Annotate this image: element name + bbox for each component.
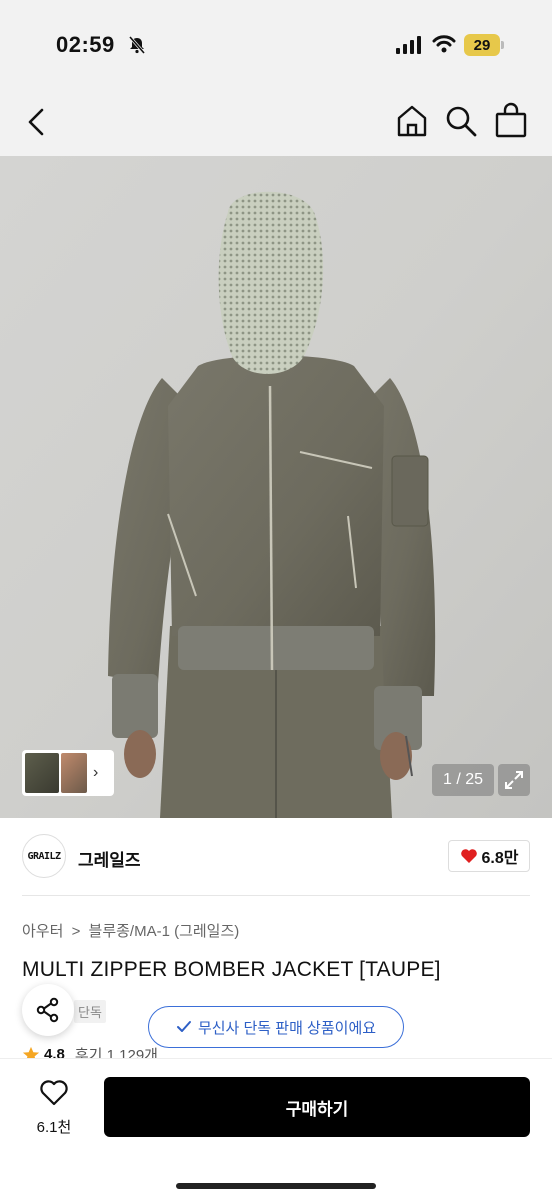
exclusive-notice: 무신사 단독 판매 상품이에요 <box>148 1006 404 1048</box>
heart-icon <box>40 1080 68 1106</box>
purchase-bar: 6.1천 구매하기 <box>0 1058 552 1200</box>
status-bar: 02:59 29 <box>0 0 552 92</box>
image-counter: 1 / 25 <box>432 764 494 796</box>
status-time: 02:59 <box>56 32 115 57</box>
product-photo <box>0 156 552 818</box>
check-icon <box>176 1021 191 1032</box>
heart-filled-icon <box>460 849 477 863</box>
expand-button[interactable] <box>498 764 530 796</box>
buy-button[interactable]: 구매하기 <box>104 1077 530 1137</box>
breadcrumb-item[interactable]: 아우터 <box>22 923 63 940</box>
search-icon[interactable] <box>444 104 478 138</box>
share-icon <box>36 997 59 1023</box>
thumbnail-image[interactable] <box>25 753 59 793</box>
signal-icon <box>396 36 421 54</box>
exclusive-text: 무신사 단독 판매 상품이에요 <box>197 1019 377 1037</box>
divider <box>22 895 530 896</box>
nav-bar <box>0 92 552 156</box>
wifi-icon <box>432 35 456 53</box>
thumbnail-strip[interactable]: › <box>22 750 114 796</box>
expand-icon <box>505 771 523 789</box>
battery-indicator: 29 <box>464 34 504 56</box>
brand-like-count: 6.8만 <box>481 850 519 867</box>
home-indicator <box>176 1183 376 1189</box>
wishlist-button[interactable]: 6.1천 <box>28 1079 80 1137</box>
breadcrumb: 아우터 > 블루종/MA-1 (그레일즈) <box>22 920 243 941</box>
exclusive-tag: 단독 <box>74 1000 106 1023</box>
breadcrumb-item[interactable]: 블루종/MA-1 (그레일즈) <box>89 923 240 940</box>
brand-name[interactable]: 그레일즈 <box>78 846 141 871</box>
product-title: MULTI ZIPPER BOMBER JACKET [TAUPE] <box>22 958 441 981</box>
brand-like-button[interactable]: 6.8만 <box>448 840 530 872</box>
back-icon[interactable] <box>22 106 54 138</box>
bag-icon[interactable] <box>494 102 528 138</box>
home-icon[interactable] <box>396 104 428 138</box>
breadcrumb-separator: > <box>71 923 81 940</box>
share-button[interactable] <box>22 984 74 1036</box>
brand-logo[interactable]: GRAILZ <box>22 834 66 878</box>
brand-row[interactable]: GRAILZ 그레일즈 6.8만 <box>22 834 530 882</box>
wishlist-count: 6.1천 <box>36 1119 72 1136</box>
chevron-right-icon: › <box>93 764 99 781</box>
bell-off-icon <box>128 36 146 54</box>
product-image[interactable]: › 1 / 25 <box>0 156 552 818</box>
battery-level: 29 <box>464 34 500 56</box>
thumbnail-image[interactable] <box>61 753 87 793</box>
